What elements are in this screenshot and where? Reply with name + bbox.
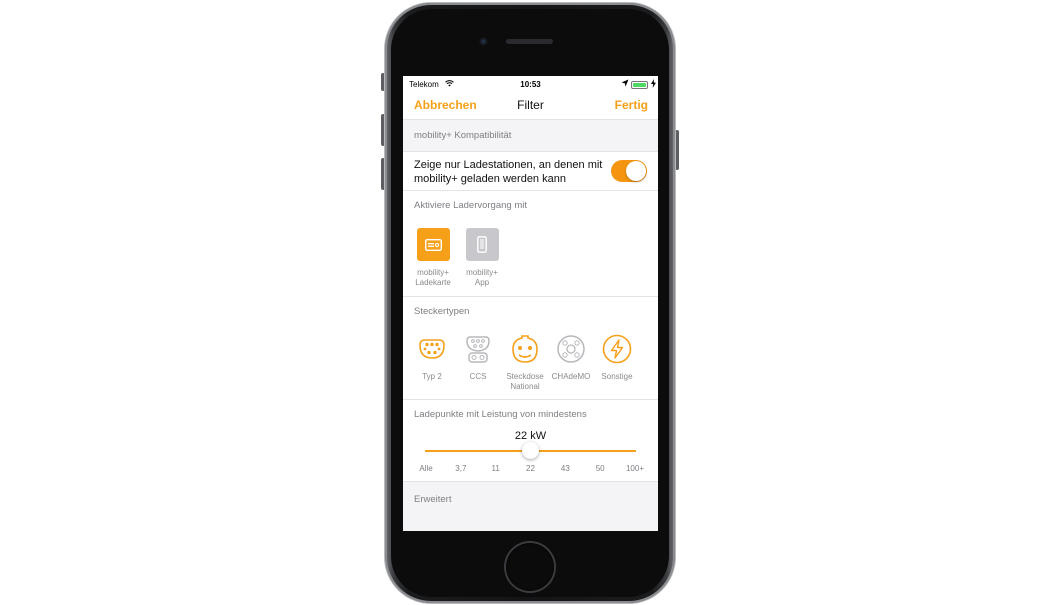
plug-label-schuko-1: Steckdose bbox=[506, 372, 544, 381]
activation-card-label-1: mobility+ bbox=[417, 268, 449, 277]
plug-option-schuko[interactable]: Steckdose National bbox=[501, 333, 549, 391]
done-button[interactable]: Fertig bbox=[615, 98, 648, 112]
home-button[interactable] bbox=[506, 543, 554, 591]
activation-option-card[interactable]: mobility+ Ladekarte bbox=[408, 228, 458, 287]
plug-option-other[interactable]: Sonstige bbox=[593, 333, 641, 382]
plug-label-other: Sonstige bbox=[601, 372, 633, 381]
slider-knob[interactable] bbox=[522, 442, 539, 459]
slider-tick-label: 22 bbox=[526, 464, 535, 473]
power-slider-row: 22 kW Alle 3,7 11 22 43 50 100+ bbox=[403, 430, 658, 482]
plug-option-ccs[interactable]: CCS bbox=[454, 333, 502, 382]
plug-label-chademo: CHAdeMO bbox=[551, 372, 591, 381]
compatibility-toggle-switch[interactable] bbox=[611, 160, 647, 182]
power-value-label: 22 kW bbox=[514, 430, 547, 442]
chademo-plug-icon bbox=[557, 335, 585, 363]
slider-tick-mark bbox=[425, 450, 427, 452]
navigation-bar: Abbrechen Filter Fertig bbox=[403, 93, 658, 120]
typ2-plug-icon bbox=[419, 339, 445, 359]
clock: 10:53 bbox=[520, 80, 541, 89]
battery-icon bbox=[631, 81, 648, 89]
front-camera bbox=[479, 37, 488, 46]
activation-option-app[interactable]: mobility+ App bbox=[457, 228, 507, 287]
phone-icon bbox=[465, 228, 499, 261]
slider-tick-label: Alle bbox=[419, 464, 433, 473]
plug-types-section-header: Steckertypen bbox=[403, 297, 658, 327]
slider-tick-mark bbox=[599, 450, 602, 452]
slider-tick-mark bbox=[634, 450, 636, 452]
advanced-section-header: Erweitert bbox=[403, 482, 658, 515]
slider-tick-label: 100+ bbox=[625, 464, 645, 473]
compatibility-section-header: mobility+ Kompatibilität bbox=[403, 120, 658, 151]
compatibility-toggle-row: Zeige nur Ladestationen, an denen mit mo… bbox=[403, 151, 658, 191]
slider-tick-label: 3,7 bbox=[455, 464, 467, 473]
plug-label-typ2: Typ 2 bbox=[422, 372, 442, 381]
plug-option-chademo[interactable]: CHAdeMO bbox=[547, 333, 595, 382]
slider-tick-label: 43 bbox=[560, 464, 570, 473]
ccs-plug-icon bbox=[466, 336, 490, 363]
charging-bolt-icon bbox=[651, 79, 656, 90]
earpiece-speaker bbox=[506, 39, 553, 44]
plug-label-ccs: CCS bbox=[469, 372, 487, 381]
activation-section-header: Aktiviere Ladervorgang mit bbox=[403, 191, 658, 221]
slider-tick-label: 11 bbox=[491, 464, 500, 473]
slider-tick-mark bbox=[459, 450, 462, 452]
status-bar: Telekom 10:53 bbox=[403, 76, 658, 93]
app-screen: Telekom 10:53 Abbrechen Filter Fertig mo… bbox=[403, 76, 658, 531]
compatibility-toggle-label: Zeige nur Ladestationen, an denen mit mo… bbox=[414, 159, 603, 185]
slider-tick-label: 50 bbox=[595, 464, 605, 473]
activation-options: mobility+ Ladekarte mobility+ App bbox=[403, 221, 658, 297]
activation-app-label-1: mobility+ bbox=[466, 268, 498, 277]
activation-card-label-2: Ladekarte bbox=[415, 277, 451, 287]
lightning-icon bbox=[602, 334, 632, 364]
schuko-plug-icon bbox=[512, 335, 538, 363]
slider-tick-mark bbox=[564, 450, 567, 452]
power-button bbox=[675, 130, 679, 170]
plug-label-schuko-2: National bbox=[510, 381, 540, 391]
plug-option-typ2[interactable]: Typ 2 bbox=[408, 333, 456, 382]
card-icon bbox=[416, 228, 450, 261]
power-section-header: Ladepunkte mit Leistung von mindestens bbox=[403, 400, 658, 430]
slider-tick-mark bbox=[494, 450, 497, 452]
toggle-knob bbox=[626, 161, 646, 181]
activation-app-label-2: App bbox=[474, 277, 490, 287]
location-arrow-icon bbox=[621, 79, 629, 89]
plug-type-options: Typ 2 CCS Steckdose National CHAdeMO Son… bbox=[403, 327, 658, 400]
